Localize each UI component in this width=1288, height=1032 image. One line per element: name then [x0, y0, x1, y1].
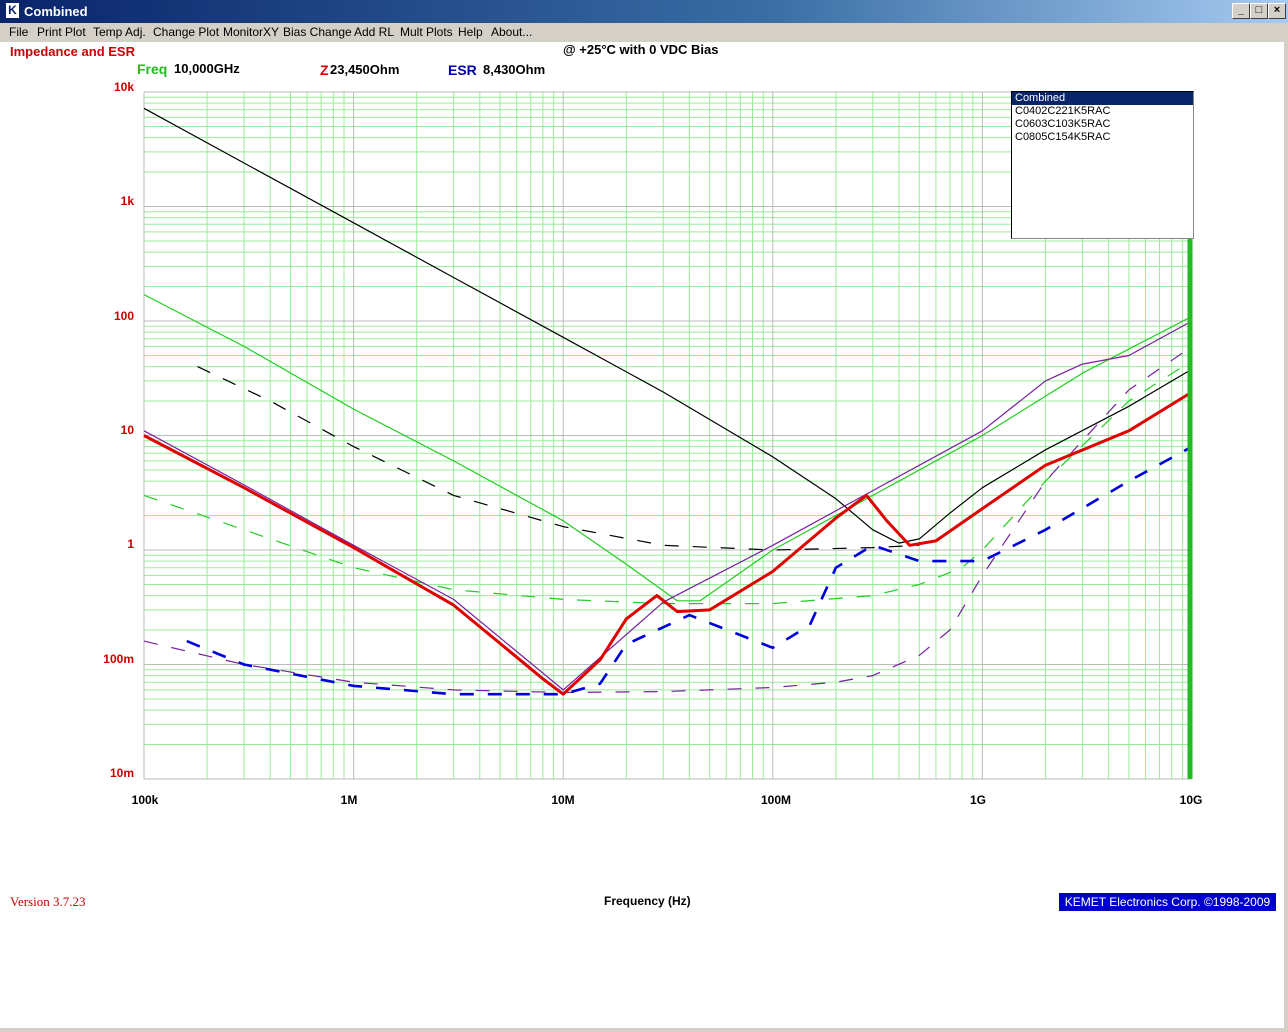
- y-tick-label: 1k: [120, 194, 134, 208]
- part-list-item-c0805[interactable]: C0805C154K5RAC: [1012, 131, 1193, 144]
- x-tick-label: 10G: [1179, 793, 1203, 807]
- x-axis-label: Frequency (Hz): [604, 894, 691, 908]
- y-tick-label: 1: [127, 537, 134, 551]
- series-line-combined-impedance: [143, 390, 1193, 696]
- part-list[interactable]: Combined C0402C221K5RAC C0603C103K5RAC C…: [1011, 91, 1194, 239]
- part-list-item-combined[interactable]: Combined: [1012, 92, 1193, 105]
- part-list-item-c0402[interactable]: C0402C221K5RAC: [1012, 105, 1193, 118]
- y-tick-label: 100: [113, 309, 134, 323]
- y-tick-label: 10: [120, 423, 134, 437]
- x-tick-label: 100M: [760, 793, 792, 807]
- y-tick-label: 100m: [103, 652, 134, 666]
- y-tick-label: 10k: [113, 80, 134, 94]
- part-list-item-c0603[interactable]: C0603C103K5RAC: [1012, 118, 1193, 131]
- version-label: Version 3.7.23: [10, 894, 86, 909]
- series-line-c0603c103k5rac-esr: [143, 360, 1193, 605]
- x-tick-label: 100k: [131, 793, 159, 807]
- x-tick-label: 1M: [340, 793, 358, 807]
- x-tick-label: 1G: [969, 793, 986, 807]
- y-tick-label: 10m: [109, 766, 134, 780]
- copyright-badge: KEMET Electronics Corp. ©1998-2009: [1059, 893, 1276, 911]
- series-line-c0805c154k5rac-impedance: [143, 320, 1193, 691]
- x-tick-label: 10M: [551, 793, 575, 807]
